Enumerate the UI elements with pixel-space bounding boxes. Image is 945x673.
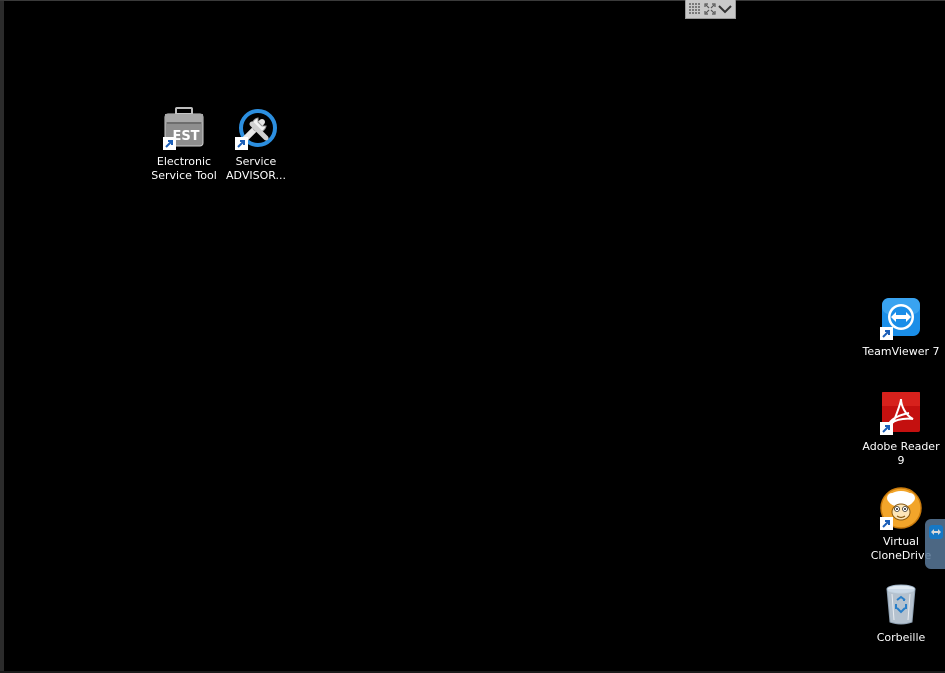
icon-label-line1: TeamViewer 7 [862,345,940,358]
recycle-bin-icon [879,582,923,626]
remote-session-toolbar [685,0,736,19]
desktop-icon-teamviewer[interactable]: TeamViewer 7 [862,296,940,359]
window-frame-left [0,0,4,673]
teamviewer-mini-icon [929,525,943,539]
teamviewer-side-tab[interactable] [925,519,945,569]
sheep-icon [879,486,923,530]
icon-label-line2: 9 [897,454,905,467]
desktop[interactable]: EST Electronic Service Tool Service ADVI… [0,0,945,673]
adobe-reader-icon [879,391,923,435]
fit-screen-icon[interactable] [703,2,717,16]
icon-label-line2: Service Tool [151,169,217,182]
svg-text:EST: EST [172,129,199,144]
desktop-icon-recycle-bin[interactable]: Corbeille [862,582,940,645]
chevron-down-icon[interactable] [717,2,733,16]
shortcut-arrow-icon [235,137,248,150]
shortcut-arrow-icon [880,517,893,530]
window-frame-top [0,0,945,1]
shortcut-arrow-icon [880,327,893,340]
icon-label-line1: Electronic [156,155,212,168]
icon-label-line1: Corbeille [876,631,926,644]
shortcut-arrow-icon [163,137,176,150]
desktop-icon-service-advisor[interactable]: Service ADVISOR... [217,106,295,183]
teamviewer-icon [879,296,923,340]
grid-icon[interactable] [688,2,702,16]
toolbox-est-icon: EST [162,106,206,150]
icon-label-line2: ADVISOR... [226,169,286,182]
desktop-icon-electronic-service-tool[interactable]: EST Electronic Service Tool [145,106,223,183]
icon-label-line1: Adobe Reader [862,440,940,453]
wrench-icon [234,106,278,150]
desktop-icon-adobe-reader[interactable]: Adobe Reader 9 [862,391,940,468]
shortcut-arrow-icon [880,422,893,435]
icon-label-line1: Service [235,155,277,168]
